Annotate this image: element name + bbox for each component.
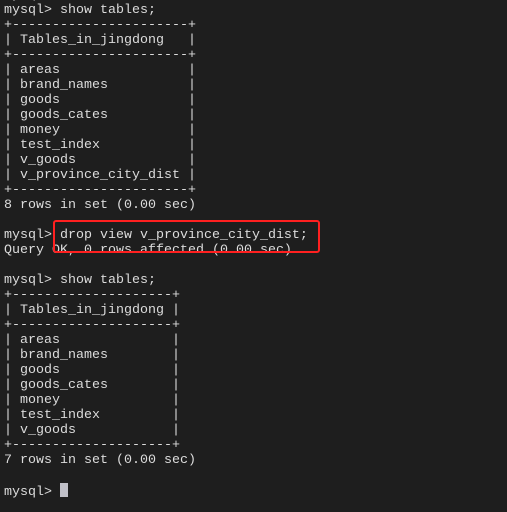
terminal-line: | test_index | (4, 408, 180, 423)
terminal-line: | v_goods | (4, 423, 180, 438)
highlight-box (53, 220, 320, 253)
terminal-line: +--------------------+ (4, 438, 180, 453)
prompt-line[interactable]: mysql> (4, 483, 308, 500)
terminal-line: | Tables_in_jingdong | (4, 303, 180, 318)
terminal-line: | v_goods | (4, 153, 196, 168)
cursor-icon (60, 483, 68, 497)
terminal-line: mysql> show tables; (4, 273, 156, 288)
terminal-line: | money | (4, 123, 196, 138)
terminal-line: | test_index | (4, 138, 196, 153)
terminal-line: | v_province_city_dist | (4, 168, 196, 183)
terminal-line: | brand_names | (4, 78, 196, 93)
terminal-line: | goods_cates | (4, 378, 180, 393)
terminal-line: | goods | (4, 93, 196, 108)
terminal-line: +----------------------+ (4, 48, 196, 63)
terminal-line: | goods_cates | (4, 108, 196, 123)
terminal-line: | Tables_in_jingdong | (4, 33, 196, 48)
terminal-line: | goods | (4, 363, 180, 378)
terminal-line: 7 rows in set (0.00 sec) (4, 453, 196, 468)
terminal-line: 8 rows in set (0.00 sec) (4, 198, 196, 213)
terminal-line: +----------------------+ (4, 18, 196, 33)
prompt: mysql> (4, 485, 60, 500)
terminal-line: mysql> show tables; (4, 3, 156, 18)
terminal-line: +--------------------+ (4, 318, 180, 333)
terminal-line: | areas | (4, 333, 180, 348)
terminal-line: | areas | (4, 63, 196, 78)
terminal-line: +----------------------+ (4, 183, 196, 198)
terminal-line: | money | (4, 393, 180, 408)
terminal-line: | brand_names | (4, 348, 180, 363)
terminal-line: +--------------------+ (4, 288, 180, 303)
